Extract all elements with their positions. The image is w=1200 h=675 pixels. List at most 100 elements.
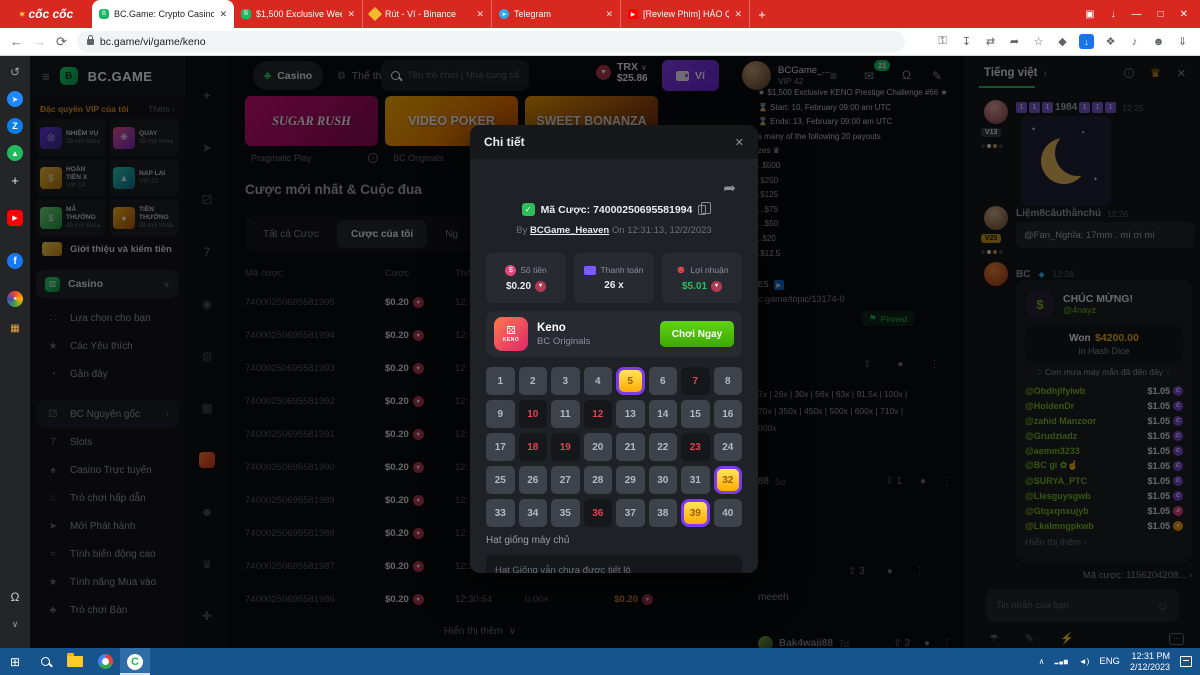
keno-tile[interactable]: 39 [681,499,710,527]
browser-tab[interactable]: B BC.Game: Crypto Casino Gam ✕ [92,0,234,28]
tab-close-icon[interactable]: ✕ [219,9,227,20]
toolbar-icon[interactable]: ◆ [1055,34,1070,49]
play-now-button[interactable]: Chơi Ngay [660,321,734,347]
toolbar-icon[interactable]: ↧ [959,34,974,49]
language-indicator[interactable]: ENG [1099,656,1120,667]
rail-shortcut-icon[interactable]: ➤ [7,91,23,107]
keno-tile[interactable]: 23 [681,433,710,461]
keno-tile[interactable]: 8 [714,367,743,395]
tray-expand-icon[interactable]: ∧ [1039,657,1045,666]
tab-close-icon[interactable]: ✕ [476,9,484,20]
keno-tile[interactable]: 4 [584,367,613,395]
start-button[interactable]: ⊞ [0,648,30,675]
keno-tile[interactable]: 22 [649,433,678,461]
keno-tile[interactable]: 34 [519,499,548,527]
coccoc-taskbar-icon[interactable]: C [120,648,150,675]
keno-tile[interactable]: 13 [616,400,645,428]
keno-tile[interactable]: 32 [714,466,743,494]
browser-tab[interactable]: Rút - Ví - Binance ✕ [363,0,492,28]
keno-tile[interactable]: 24 [714,433,743,461]
keno-tile[interactable]: 20 [584,433,613,461]
copy-icon[interactable] [698,205,706,215]
toolbar-icon[interactable]: ⚿ [935,34,950,49]
seed-input[interactable] [495,565,733,574]
keno-tile[interactable]: 17 [486,433,515,461]
keno-tile[interactable]: 30 [649,466,678,494]
action-center-icon[interactable] [1180,656,1192,667]
taskbar-clock[interactable]: 12:31 PM 2/12/2023 [1130,651,1170,673]
keno-game-icon[interactable]: ⚄KENO [494,317,528,351]
window-control-icon[interactable]: ✕ [1180,9,1188,20]
keno-tile[interactable]: 3 [551,367,580,395]
network-icon[interactable]: ▂▄▆ [1055,659,1069,665]
url-text[interactable]: bc.game/vi/game/keno [100,36,206,48]
keno-tile[interactable]: 21 [616,433,645,461]
game-name[interactable]: Keno [537,322,590,334]
keno-tile[interactable]: 40 [714,499,743,527]
chrome-icon[interactable] [90,648,120,675]
keno-tile[interactable]: 9 [486,400,515,428]
rail-shortcut-icon[interactable]: Z [7,118,23,134]
keno-tile[interactable]: 18 [519,433,548,461]
keno-tile[interactable]: 35 [551,499,580,527]
window-control-icon[interactable]: ▣ [1085,9,1094,20]
window-control-icon[interactable]: ↓ [1111,9,1116,20]
keno-tile[interactable]: 33 [486,499,515,527]
forward-icon[interactable]: → [33,34,46,49]
keno-tile[interactable]: 19 [551,433,580,461]
new-tab-button[interactable]: + [750,0,774,28]
rail-shortcut-icon[interactable]: ● [7,291,23,307]
close-icon[interactable]: ✕ [735,136,744,149]
keno-tile[interactable]: 10 [519,400,548,428]
player-link[interactable]: BCGame_Heaven [530,225,609,236]
keno-tile[interactable]: 25 [486,466,515,494]
toolbar-icon[interactable]: ⇓ [1175,34,1190,49]
toolbar-icon[interactable]: ☻ [1151,34,1166,49]
seed-field[interactable] [486,555,742,573]
file-explorer-icon[interactable] [60,648,90,675]
rail-shortcut-icon[interactable]: f [7,253,23,269]
keno-tile[interactable]: 27 [551,466,580,494]
keno-tile[interactable]: 28 [584,466,613,494]
toolbar-icon[interactable]: ♪ [1127,34,1142,49]
keno-tile[interactable]: 36 [584,499,613,527]
share-icon[interactable]: ➦ [723,179,736,197]
keno-tile[interactable]: 29 [616,466,645,494]
browser-tab[interactable]: B $1,500 Exclusive Weekend Ke ✕ [234,0,363,28]
keno-tile[interactable]: 15 [681,400,710,428]
reload-icon[interactable]: ⟳ [56,34,67,50]
keno-tile[interactable]: 31 [681,466,710,494]
keno-tile[interactable]: 1 [486,367,515,395]
keno-tile[interactable]: 2 [519,367,548,395]
keno-tile[interactable]: 37 [616,499,645,527]
tab-close-icon[interactable]: ✕ [347,9,355,20]
taskbar-search-icon[interactable] [30,648,60,675]
browser-tab[interactable]: ➤ Telegram ✕ [492,0,621,28]
window-control-icon[interactable]: — [1132,9,1142,20]
tab-close-icon[interactable]: ✕ [605,9,613,20]
keno-tile[interactable]: 14 [649,400,678,428]
toolbar-icon[interactable]: ➦ [1007,34,1022,49]
keno-tile[interactable]: 11 [551,400,580,428]
toolbar-icon[interactable]: ⇄ [983,34,998,49]
toolbar-icon[interactable]: ↓ [1079,34,1094,49]
rail-shortcut-icon[interactable]: ▲ [7,145,23,161]
keno-tile[interactable]: 38 [649,499,678,527]
rail-shortcut-icon[interactable]: ▦ [7,320,23,336]
toolbar-icon[interactable]: ☆ [1031,34,1046,49]
rail-shortcut-icon[interactable]: ↺ [7,64,23,80]
keno-tile[interactable]: 7 [681,367,710,395]
keno-tile[interactable]: 6 [649,367,678,395]
back-icon[interactable]: ← [10,34,23,49]
window-control-icon[interactable]: □ [1158,9,1164,20]
speaker-icon[interactable]: ◄) [1079,657,1090,666]
toolbar-icon[interactable]: ❖ [1103,34,1118,49]
keno-tile[interactable]: 5 [616,367,645,395]
keno-tile[interactable]: 12 [584,400,613,428]
browser-tab[interactable]: ▶ [Review Phim] HẢO QUẢ ◄) ✕ [621,0,750,28]
rail-shortcut-icon[interactable]: ▶ [7,210,23,226]
keno-tile[interactable]: 26 [519,466,548,494]
rail-shortcut-icon[interactable]: ∨ [7,616,23,632]
rail-shortcut-icon[interactable]: Ω [7,589,23,605]
keno-tile[interactable]: 16 [714,400,743,428]
